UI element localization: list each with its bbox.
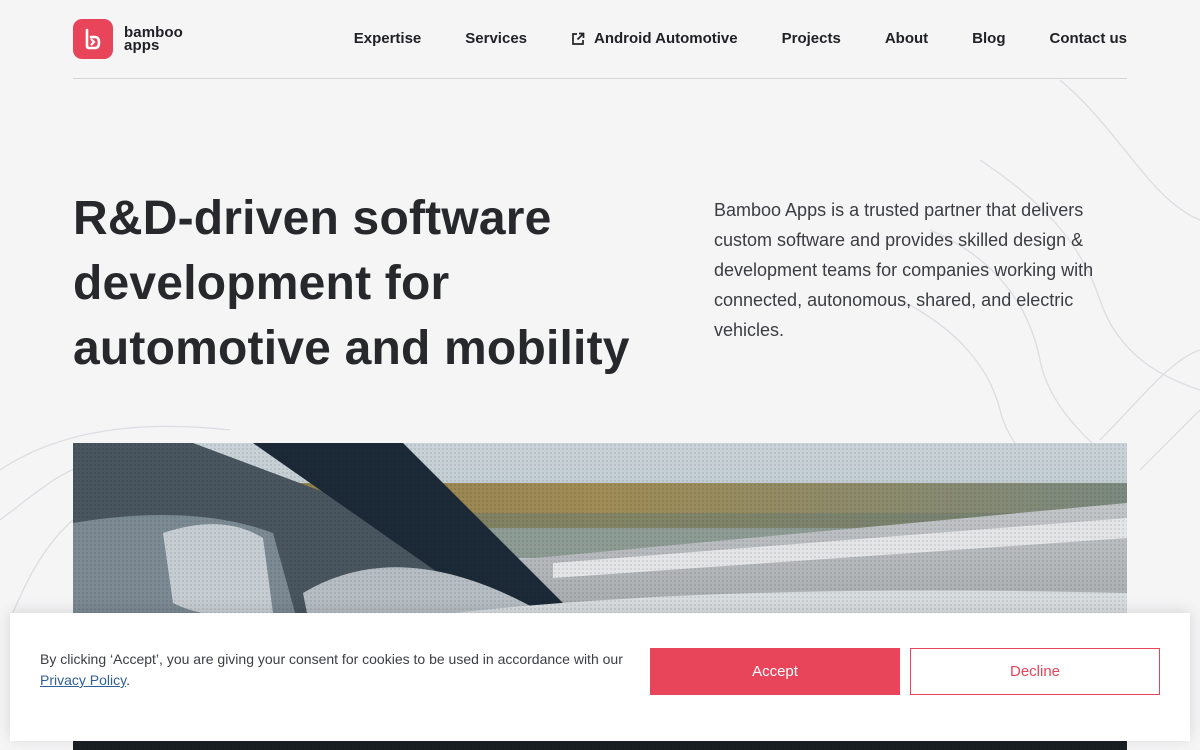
nav-item-projects[interactable]: Projects (782, 30, 841, 47)
site-header: bamboo apps Expertise Services Android A… (73, 0, 1127, 79)
nav-item-label: Android Automotive (594, 30, 738, 47)
main-nav: Expertise Services Android Automotive Pr… (354, 30, 1127, 47)
nav-item-android-automotive[interactable]: Android Automotive (571, 30, 738, 47)
nav-item-contact-us[interactable]: Contact us (1049, 30, 1127, 47)
nav-item-label: Projects (781, 30, 841, 47)
cookie-text-before: By clicking ‘Accept’, you are giving you… (40, 651, 623, 667)
logo[interactable]: bamboo apps (73, 19, 183, 59)
nav-item-label: Expertise (353, 30, 422, 47)
cookie-consent-text: By clicking ‘Accept’, you are giving you… (40, 649, 640, 691)
nav-item-label: Blog (972, 30, 1006, 47)
hero-title: R&D-driven software development for auto… (73, 192, 630, 375)
nav-item-label: About (884, 30, 929, 47)
external-link-icon (572, 32, 585, 45)
accept-button[interactable]: Accept (650, 648, 900, 695)
nav-item-label: Services (465, 30, 528, 47)
hero-description: Bamboo Apps is a trusted partner that de… (714, 200, 1094, 340)
privacy-policy-link[interactable]: Privacy Policy (40, 672, 126, 688)
decline-button[interactable]: Decline (910, 648, 1160, 695)
nav-item-services[interactable]: Services (465, 30, 527, 47)
nav-item-about[interactable]: About (885, 30, 928, 47)
bamboo-logo-icon (73, 19, 113, 59)
nav-item-blog[interactable]: Blog (972, 30, 1005, 47)
nav-item-expertise[interactable]: Expertise (354, 30, 422, 47)
logo-text: bamboo apps (124, 25, 183, 53)
nav-item-label: Contact us (1049, 30, 1127, 47)
cookie-banner: By clicking ‘Accept’, you are giving you… (10, 613, 1190, 741)
cookie-text-after: . (126, 672, 130, 688)
